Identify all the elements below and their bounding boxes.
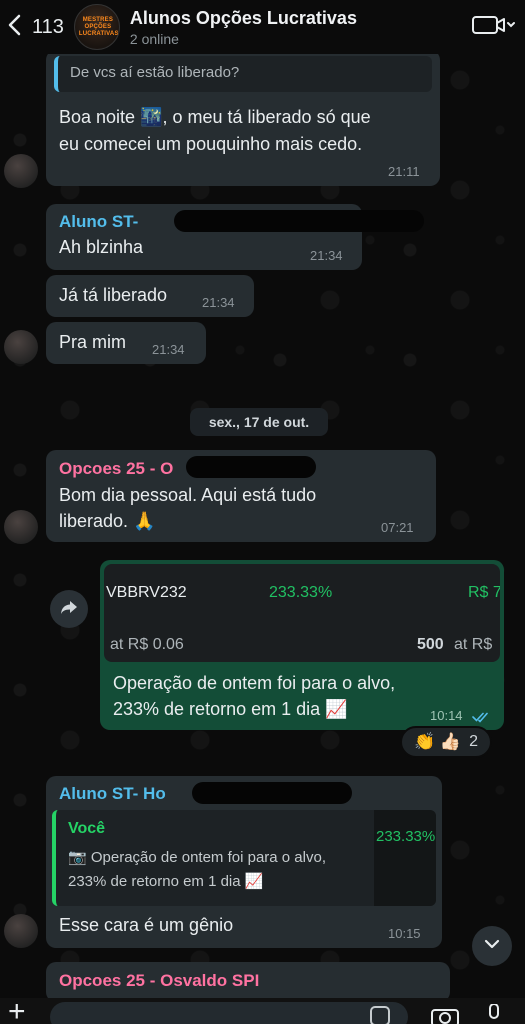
redacted-name: [186, 456, 316, 478]
sender-name[interactable]: Opcoes 25 - O: [59, 459, 173, 479]
microphone-icon[interactable]: [486, 1003, 502, 1024]
message-time: 10:14: [430, 708, 463, 723]
message-time: 21:11: [388, 164, 420, 179]
message-text: Ah blzinha: [59, 237, 144, 257]
message-text: 233% de retorno em 1 dia 📈: [113, 699, 348, 719]
price-value: R$ 7: [468, 584, 500, 601]
message-bubble[interactable]: VBBRV232 233.33% R$ 7 at R$ 0.06 500 at …: [100, 560, 504, 730]
message-time: 21:34: [152, 342, 185, 357]
attach-plus-icon[interactable]: +: [8, 997, 26, 1024]
message-text: Operação de ontem foi para o alvo,: [113, 673, 396, 693]
quoted-thumbnail: 233.33%: [374, 810, 436, 906]
message-input[interactable]: [50, 1002, 408, 1024]
quoted-text: De vcs aí estão liberado?: [70, 64, 240, 81]
sender-name[interactable]: Aluno ST-: [59, 212, 138, 232]
quoted-author: Você: [68, 820, 106, 837]
quantity-value: 500: [417, 636, 444, 653]
group-avatar[interactable]: MESTRES OPÇÕES LUCRATIVAS: [73, 4, 120, 50]
reaction-count: 2: [469, 733, 478, 750]
camera-icon[interactable]: [430, 1006, 460, 1024]
quoted-text: 233% de retorno em 1 dia 📈: [68, 873, 264, 890]
quoted-text: 📷 Operação de ontem foi para o alvo,: [68, 849, 326, 866]
quoted-reply[interactable]: Você 📷 Operação de ontem foi para o alvo…: [52, 810, 436, 906]
forward-button[interactable]: [50, 590, 88, 628]
message-bubble[interactable]: Aluno ST- Ho Você 📷 Operação de ontem fo…: [46, 776, 442, 948]
message-time: 10:15: [388, 926, 421, 941]
chevron-down-icon: [483, 937, 501, 955]
forward-arrow-icon: [59, 597, 79, 622]
chat-title: Alunos Opções Lucrativas: [129, 7, 357, 28]
message-text: Bom dia pessoal. Aqui está tudo: [59, 485, 317, 505]
message-bubble[interactable]: Opcoes 25 - Osvaldo SPI: [46, 962, 450, 1002]
exit-price: at R$: [454, 636, 493, 653]
message-text: Já tá liberado: [59, 285, 168, 305]
chat-info[interactable]: Alunos Opções Lucrativas 2 online: [130, 8, 471, 47]
sender-name[interactable]: Aluno ST- Ho: [59, 784, 166, 804]
thumbnail-percent: 233.33%: [376, 828, 436, 845]
message-text: liberado. 🙏: [59, 511, 156, 531]
sender-avatar[interactable]: [4, 154, 38, 188]
message-text: Esse cara é um gênio: [59, 915, 234, 935]
ticker-label: VBBRV232: [106, 584, 187, 601]
message-text: Boa noite 🌃, o meu tá liberado só que: [59, 107, 371, 127]
quoted-message[interactable]: De vcs aí estão liberado?: [54, 56, 432, 92]
trade-card[interactable]: VBBRV232 233.33% R$ 7 at R$ 0.06 500 at …: [104, 564, 500, 662]
reactions-pill[interactable]: 👏 👍🏻 2: [400, 726, 492, 758]
unread-count: 113: [32, 15, 64, 38]
sender-avatar[interactable]: [4, 510, 38, 544]
redacted-name: [174, 210, 424, 232]
message-text: Pra mim: [59, 332, 126, 352]
video-call-button[interactable]: [471, 13, 515, 42]
chat-header: 113 MESTRES OPÇÕES LUCRATIVAS Alunos Opç…: [0, 0, 525, 54]
back-button[interactable]: 113: [6, 13, 64, 42]
percent-gain: 233.33%: [269, 584, 333, 601]
online-status: 2 online: [129, 30, 179, 47]
sender-name[interactable]: Opcoes 25 - Osvaldo SPI: [59, 971, 259, 991]
date-separator: sex., 17 de out.: [190, 408, 328, 436]
message-bubble[interactable]: De vcs aí estão liberado? Boa noite 🌃, o…: [46, 50, 440, 186]
message-bubble[interactable]: Pra mim 21:34: [46, 322, 206, 364]
reaction-emojis: 👏 👍🏻: [414, 732, 462, 751]
message-bubble[interactable]: Aluno ST- Ah blzinha 21:34: [46, 204, 424, 270]
composer-bar: +: [0, 997, 525, 1024]
message-bubble[interactable]: Já tá liberado 21:34: [46, 275, 254, 317]
video-camera-icon: [471, 13, 515, 42]
message-time: 21:34: [310, 248, 343, 263]
sticker-icon[interactable]: [370, 1006, 390, 1024]
group-logo: MESTRES OPÇÕES LUCRATIVAS: [78, 17, 119, 37]
message-time: 07:21: [381, 520, 414, 535]
message-bubble[interactable]: Opcoes 25 - O Bom dia pessoal. Aqui está…: [46, 450, 436, 542]
entry-price: at R$ 0.06: [110, 636, 184, 653]
message-time: 21:34: [202, 295, 235, 310]
scroll-to-bottom-button[interactable]: [472, 926, 512, 966]
chevron-left-icon: [6, 13, 24, 42]
redacted-name: [192, 782, 352, 804]
message-text: eu comecei um pouquinho mais cedo.: [59, 134, 363, 154]
sender-avatar[interactable]: [4, 330, 38, 364]
sender-avatar[interactable]: [4, 914, 38, 948]
